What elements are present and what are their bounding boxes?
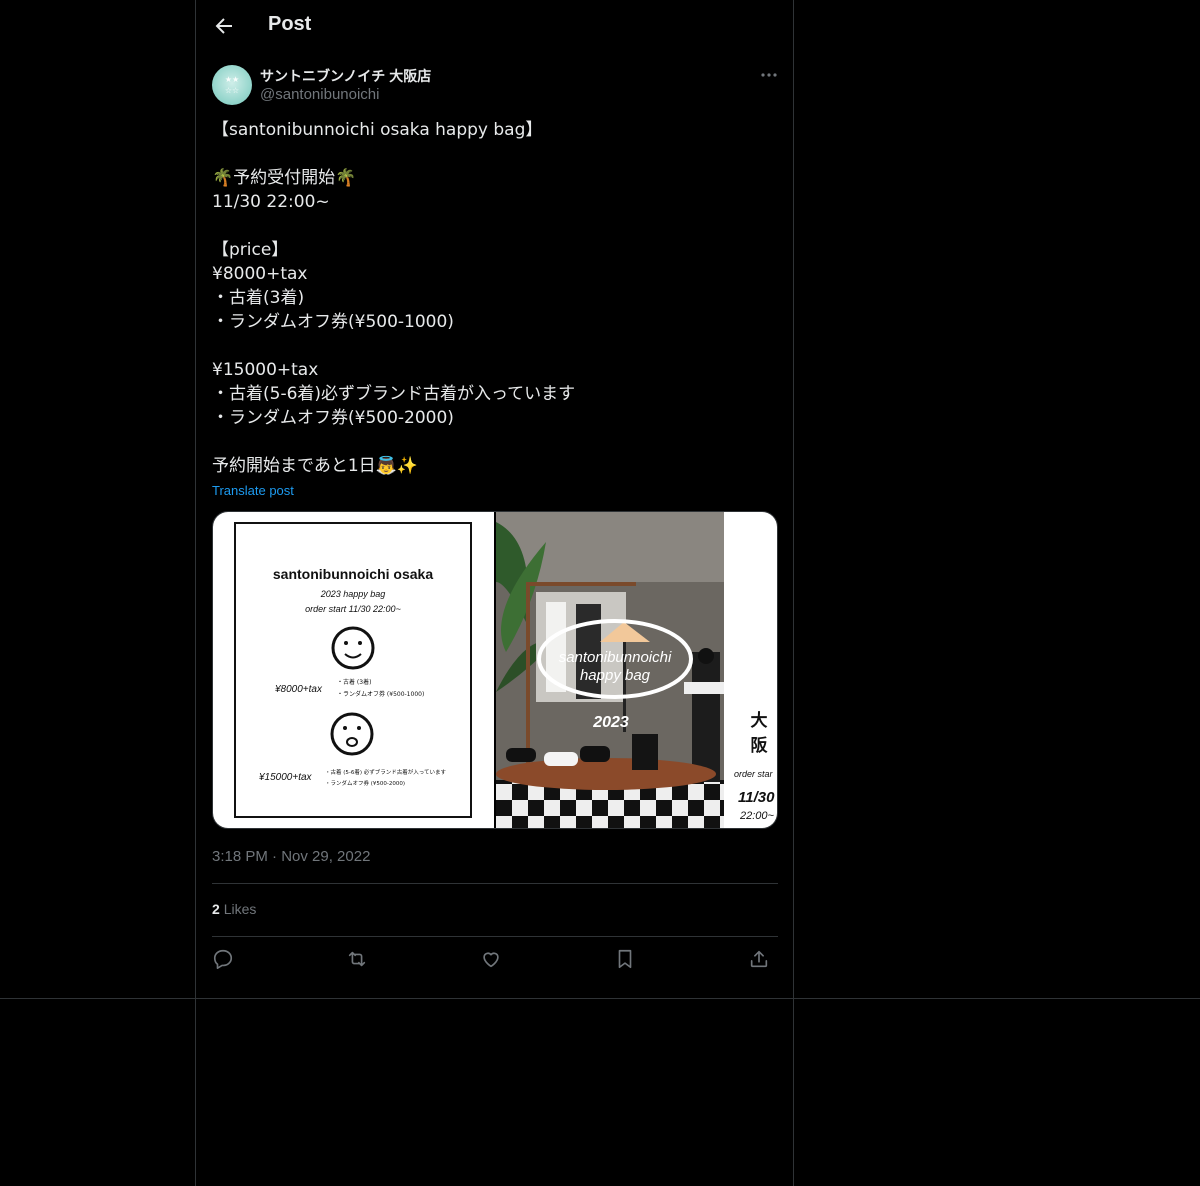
media-image-store-photo[interactable]: santonibunnoichi happy bag 2023 大 阪 orde… (496, 512, 777, 828)
flyer-price1-item-2: ・ランダムオフ券 (¥500-1000) (337, 690, 424, 698)
post-text: 【santonibunnoichi osaka happy bag】 🌴予約受付… (212, 120, 576, 476)
photo-side-time: 22:00~ (739, 810, 775, 822)
translate-post-link[interactable]: Translate post (212, 483, 294, 498)
page-header: Post (196, 0, 793, 53)
photo-logo-line1: santonibunnoichi (559, 649, 672, 666)
media-image-flyer[interactable]: santonibunnoichi osaka 2023 happy bag or… (213, 512, 494, 828)
more-icon[interactable] (758, 64, 780, 86)
photo-side-kanji-2: 阪 (751, 736, 768, 756)
likes-stat[interactable]: 2 Likes (212, 901, 256, 917)
flyer-price2-item-1: ・古着 (5-6着) 必ずブランド古着が入っています (325, 768, 446, 776)
post-timestamp[interactable]: 3:18 PM · Nov 29, 2022 (212, 848, 370, 865)
flyer-title: santonibunnoichi osaka (273, 566, 433, 582)
flyer-order-start: order start 11/30 22:00~ (305, 604, 401, 614)
author-handle[interactable]: @santonibunoichi (260, 86, 379, 103)
page-title: Post (268, 13, 312, 35)
flyer-subtitle: 2023 happy bag (320, 589, 386, 599)
post-media: santonibunnoichi osaka 2023 happy bag or… (212, 511, 778, 829)
avatar[interactable]: ★★ ☆☆ (212, 65, 252, 105)
divider (212, 936, 778, 937)
photo-side-date: 11/30 (738, 789, 775, 806)
author-display-name[interactable]: サントニブンノイチ 大阪店 (260, 66, 431, 86)
photo-year: 2023 (592, 714, 629, 731)
photo-logo-line2: happy bag (580, 667, 651, 684)
likes-count: 2 (212, 901, 220, 917)
flyer-price1: ¥8000+tax (275, 684, 323, 695)
flyer-price2: ¥15000+tax (259, 772, 313, 783)
flyer-price2-item-2: ・ランダムオフ券 (¥500-2000) (325, 779, 405, 787)
flyer-price1-item-1: ・古着 (3着) (337, 678, 371, 686)
divider (212, 883, 778, 884)
avatar-logo: ★★ ☆☆ (224, 75, 240, 95)
main-column: Post ★★ ☆☆ サントニブンノイチ 大阪店 @santonibunoichi… (195, 0, 794, 1186)
photo-side-kanji-1: 大 (751, 710, 768, 731)
action-bar (212, 948, 778, 974)
bookmark-icon[interactable] (614, 948, 640, 974)
share-icon[interactable] (748, 948, 774, 974)
like-icon[interactable] (480, 948, 506, 974)
likes-label: Likes (223, 901, 257, 917)
repost-icon[interactable] (346, 948, 372, 974)
photo-side-order: order star (734, 769, 774, 779)
reply-icon[interactable] (212, 948, 238, 974)
back-arrow-icon[interactable] (212, 14, 236, 38)
